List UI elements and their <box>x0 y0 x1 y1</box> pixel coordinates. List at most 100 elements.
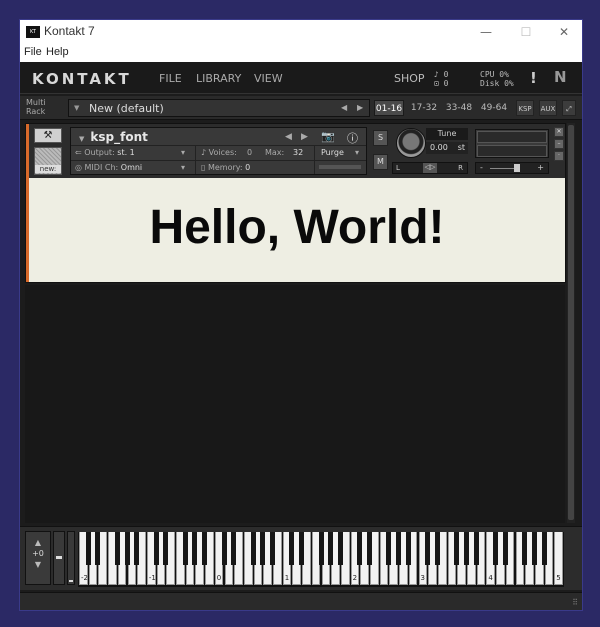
black-key[interactable] <box>134 532 140 565</box>
voices-value: 0 <box>247 148 253 157</box>
black-key[interactable] <box>192 532 198 565</box>
black-key[interactable] <box>502 532 508 565</box>
black-key[interactable] <box>221 532 227 565</box>
black-key[interactable] <box>473 532 479 565</box>
black-key[interactable] <box>289 532 295 565</box>
menu-file[interactable]: File <box>24 46 42 58</box>
black-key[interactable] <box>250 532 256 565</box>
ksp-button[interactable]: KSP <box>516 100 534 116</box>
maximize-button[interactable]: ☐ <box>512 22 540 42</box>
multi-name-field[interactable]: ▼ New (default) ◀ ▶ <box>68 99 370 117</box>
nav-file[interactable]: FILE <box>159 72 182 85</box>
mod-wheel[interactable] <box>67 531 75 585</box>
black-key[interactable] <box>493 532 499 565</box>
chevron-down-icon[interactable]: ▼ <box>79 135 84 143</box>
output-row[interactable]: ⇐ Output: st. 1 <box>75 148 135 157</box>
chevron-down-icon[interactable]: ▾ <box>181 148 185 157</box>
black-key[interactable] <box>85 532 91 565</box>
black-key[interactable] <box>367 532 372 565</box>
octave-down-icon[interactable]: ▼ <box>26 560 50 569</box>
prev-multi-icon[interactable]: ◀ <box>341 103 347 112</box>
next-multi-icon[interactable]: ▶ <box>357 103 363 112</box>
mod-wheel-handle[interactable] <box>69 580 73 582</box>
expand-icon[interactable]: ⤢ <box>562 100 576 116</box>
prev-instrument-icon[interactable]: ◀ <box>285 132 292 142</box>
shop-button[interactable]: SHOP <box>394 72 425 85</box>
black-key[interactable] <box>202 532 208 565</box>
next-instrument-icon[interactable]: ▶ <box>301 132 308 142</box>
nav-view[interactable]: VIEW <box>254 72 283 85</box>
black-key[interactable] <box>541 532 547 565</box>
instrument-name[interactable]: ▼ ksp_font <box>79 130 148 144</box>
tune-value-field[interactable]: 0.00 st <box>426 142 468 154</box>
wrench-icon[interactable]: ⚒ <box>34 128 62 143</box>
solo-button[interactable]: S <box>373 130 388 146</box>
tab-49-64[interactable]: 49-64 <box>479 100 509 116</box>
black-key[interactable] <box>531 532 537 565</box>
black-key[interactable] <box>454 532 460 565</box>
camera-icon[interactable]: 📷 <box>321 130 335 143</box>
black-key[interactable] <box>328 532 334 565</box>
row-divider <box>71 145 366 146</box>
black-key[interactable] <box>299 532 305 565</box>
chevron-down-icon[interactable]: ▼ <box>74 104 79 112</box>
volume-slider[interactable]: - + <box>475 162 549 174</box>
max-voices-value[interactable]: 32 <box>293 148 303 157</box>
black-key[interactable] <box>434 532 440 565</box>
multi-rack-label: Multi Rack <box>26 98 46 116</box>
warning-icon[interactable]: ! <box>530 69 537 87</box>
nav-library[interactable]: LIBRARY <box>196 72 241 85</box>
black-key[interactable] <box>270 532 275 565</box>
black-key[interactable] <box>522 532 528 565</box>
tune-knob[interactable] <box>396 128 426 158</box>
octave-label: 2 <box>352 574 358 582</box>
black-key[interactable] <box>182 532 188 565</box>
rack-scrollbar-thumb[interactable] <box>568 125 574 520</box>
instrument-thumbnail[interactable]: new: <box>34 147 62 175</box>
black-key[interactable] <box>153 532 159 565</box>
octave-control[interactable]: ▲ +0 ▼ <box>25 531 51 585</box>
mute-button[interactable]: M <box>373 154 388 170</box>
piano-keyboard[interactable]: -2 -1 0 1 2 3 4 5 <box>78 532 564 587</box>
black-key[interactable] <box>260 532 266 565</box>
black-key[interactable] <box>405 532 411 565</box>
black-key[interactable] <box>231 532 237 565</box>
black-key[interactable] <box>95 532 101 565</box>
info-icon[interactable]: ⓘ <box>347 130 358 146</box>
row-divider <box>71 160 366 161</box>
black-key[interactable] <box>124 532 130 565</box>
pitch-bend-wheel[interactable] <box>53 531 65 585</box>
chevron-down-icon[interactable]: ▾ <box>355 148 359 157</box>
tab-17-32[interactable]: 17-32 <box>409 100 439 116</box>
black-key[interactable] <box>318 532 324 565</box>
tab-33-48[interactable]: 33-48 <box>444 100 474 116</box>
black-key[interactable] <box>396 532 402 565</box>
remove-instrument-icon[interactable]: ✕ <box>554 127 564 137</box>
black-key[interactable] <box>386 532 392 565</box>
pan-handle[interactable]: ◁▷ <box>423 163 437 173</box>
black-key[interactable] <box>163 532 169 565</box>
purge-menu[interactable]: Purge <box>321 148 344 157</box>
resize-grip-icon[interactable]: ⠿ <box>572 598 578 607</box>
pan-slider[interactable]: L ◁▷ R <box>392 162 468 174</box>
minimize-instrument-icon[interactable]: – <box>554 139 564 149</box>
black-key[interactable] <box>337 532 343 565</box>
chevron-down-icon[interactable]: ▾ <box>181 163 185 172</box>
midi-channel-row[interactable]: ◎ MIDI Ch: Omni <box>75 163 142 172</box>
black-key[interactable] <box>425 532 431 565</box>
minimize-button[interactable]: — <box>472 22 500 42</box>
empty-rack-area[interactable] <box>25 285 565 523</box>
black-key[interactable] <box>357 532 363 565</box>
black-key[interactable] <box>114 532 120 565</box>
pitch-bend-handle[interactable] <box>56 556 62 559</box>
instrument-performance-view: Hello, World! <box>29 178 565 282</box>
menu-help[interactable]: Help <box>46 46 69 58</box>
close-button[interactable]: ✕ <box>550 22 578 42</box>
tab-01-16[interactable]: 01-16 <box>374 100 404 116</box>
octave-up-icon[interactable]: ▲ <box>26 538 50 547</box>
memory-label: Memory: <box>207 163 243 172</box>
volume-handle[interactable] <box>514 164 520 172</box>
aux-button[interactable]: AUX <box>539 100 557 116</box>
black-key[interactable] <box>464 532 469 565</box>
aux-toggle-icon[interactable]: · <box>554 151 564 161</box>
